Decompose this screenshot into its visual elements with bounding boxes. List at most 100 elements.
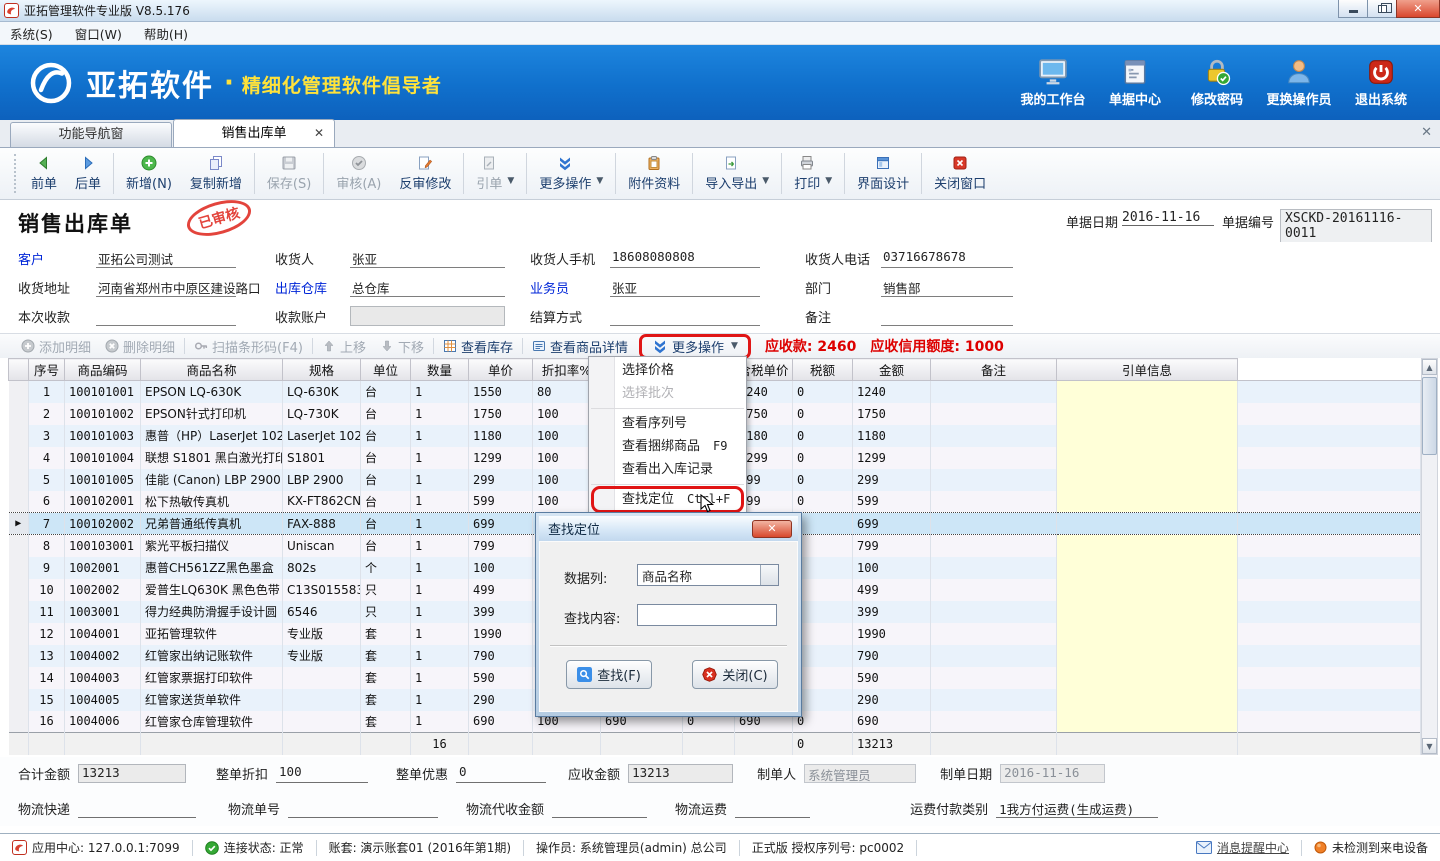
col-header-tax[interactable]: 税额: [793, 359, 853, 381]
cell-code[interactable]: 1004005: [65, 689, 141, 711]
cell-spec[interactable]: [283, 689, 361, 711]
cell-seq[interactable]: 12: [29, 623, 65, 645]
cell-amount[interactable]: 1299: [853, 447, 931, 469]
cell-code[interactable]: 100101005: [65, 469, 141, 491]
cell-seq[interactable]: 1: [29, 381, 65, 403]
logistics-no-field-value[interactable]: [288, 799, 438, 818]
cell-price[interactable]: 399: [469, 601, 533, 623]
cell-price[interactable]: 590: [469, 667, 533, 689]
chevron-down-icon[interactable]: [760, 565, 778, 585]
cell-seq[interactable]: 14: [29, 667, 65, 689]
row-selector[interactable]: [9, 579, 29, 601]
row-selector[interactable]: [9, 689, 29, 711]
tab-function-nav[interactable]: 功能导航窗: [10, 122, 172, 147]
cell-seq[interactable]: 7: [29, 513, 65, 535]
cell-amount[interactable]: 1990: [853, 623, 931, 645]
view-product-detail-button[interactable]: 查看商品详情: [525, 337, 635, 356]
ui-design-button[interactable]: 界面设计: [848, 148, 918, 199]
cell-spec[interactable]: Uniscan: [283, 535, 361, 557]
cell-remark[interactable]: [931, 381, 1057, 403]
cell-remark[interactable]: [931, 513, 1057, 535]
cell-code[interactable]: 1004006: [65, 711, 141, 733]
col-header-ref-info[interactable]: 引单信息: [1057, 359, 1238, 381]
cell-code[interactable]: 100101001: [65, 381, 141, 403]
cell-amount[interactable]: 290: [853, 689, 931, 711]
cell-remark[interactable]: [931, 689, 1057, 711]
cell-name[interactable]: 惠普（HP）LaserJet 1020: [141, 425, 283, 447]
cell-amount[interactable]: 790: [853, 645, 931, 667]
cell-qty[interactable]: 1: [411, 491, 469, 513]
cell-qty[interactable]: 1: [411, 601, 469, 623]
cell-spec[interactable]: LQ-730K: [283, 403, 361, 425]
row-selector[interactable]: [9, 535, 29, 557]
cell-unit[interactable]: 只: [361, 601, 411, 623]
cell-unit[interactable]: 台: [361, 381, 411, 403]
cell-ref-info[interactable]: [1057, 645, 1238, 667]
cell-code[interactable]: 100101004: [65, 447, 141, 469]
cell-seq[interactable]: 10: [29, 579, 65, 601]
cell-qty[interactable]: 1: [411, 403, 469, 425]
view-serial-item[interactable]: 查看序列号: [589, 412, 746, 435]
cell-code[interactable]: 100103001: [65, 535, 141, 557]
vertical-scrollbar[interactable]: ▲ ▼: [1421, 358, 1438, 755]
cell-ref-info[interactable]: [1057, 711, 1238, 733]
cell-name[interactable]: 惠普CH561ZZ黑色墨盒: [141, 557, 283, 579]
cell-spec[interactable]: LaserJet 1020: [283, 425, 361, 447]
cell-tax[interactable]: 0: [793, 447, 853, 469]
cell-spec[interactable]: C13S015583: [283, 579, 361, 601]
cell-code[interactable]: 1003001: [65, 601, 141, 623]
cell-spec[interactable]: FAX-888: [283, 513, 361, 535]
tab-sales-outbound[interactable]: 销售出库单✕: [173, 119, 335, 147]
cell-unit[interactable]: 个: [361, 557, 411, 579]
prev-doc-button[interactable]: 前单: [22, 148, 66, 199]
import-export-button[interactable]: 导入导出▼: [696, 148, 778, 199]
view-bundle-item[interactable]: 查看捆绑商品F9: [589, 435, 746, 458]
cell-name[interactable]: 兄弟普通纸传真机: [141, 513, 283, 535]
payment-field-value[interactable]: [96, 307, 236, 326]
cell-name[interactable]: 亚拓管理软件: [141, 623, 283, 645]
cell-price[interactable]: 599: [469, 491, 533, 513]
cell-price[interactable]: 790: [469, 645, 533, 667]
menu-help[interactable]: 帮助(H): [144, 24, 188, 43]
cell-amount[interactable]: 299: [853, 469, 931, 491]
add-new-button[interactable]: 新增(N): [117, 148, 181, 199]
total-amount-field-value[interactable]: 13213: [78, 764, 186, 783]
cell-qty[interactable]: 1: [411, 623, 469, 645]
cell-qty[interactable]: 1: [411, 381, 469, 403]
cell-price[interactable]: 290: [469, 689, 533, 711]
select-price-item[interactable]: 选择价格: [589, 359, 746, 382]
cell-code[interactable]: 1004002: [65, 645, 141, 667]
operator-status[interactable]: 操作员: 系统管理员(admin) 总公司: [524, 840, 740, 856]
consignee-field-value[interactable]: 张亚: [350, 249, 505, 268]
cell-unit[interactable]: 套: [361, 623, 411, 645]
more-ops-detail-button[interactable]: 更多操作▼: [645, 337, 745, 356]
attachment-button[interactable]: 附件资料: [619, 148, 689, 199]
cell-amount[interactable]: 799: [853, 535, 931, 557]
cell-price[interactable]: 299: [469, 469, 533, 491]
cell-qty[interactable]: 1: [411, 425, 469, 447]
cell-remark[interactable]: [931, 469, 1057, 491]
cell-amount[interactable]: 499: [853, 579, 931, 601]
cell-name[interactable]: EPSON LQ-630K: [141, 381, 283, 403]
cell-remark[interactable]: [931, 447, 1057, 469]
restore-button[interactable]: [1367, 0, 1397, 18]
view-stock-button[interactable]: 查看库存: [436, 337, 520, 356]
data-column-select[interactable]: 商品名称: [637, 564, 779, 586]
cell-seq[interactable]: 2: [29, 403, 65, 425]
cell-ref-info[interactable]: [1057, 535, 1238, 557]
minimize-button[interactable]: [1338, 0, 1368, 18]
cell-qty[interactable]: 1: [411, 469, 469, 491]
cell-price[interactable]: 499: [469, 579, 533, 601]
col-header-unit[interactable]: 单位: [361, 359, 411, 381]
cell-name[interactable]: 红管家出纳记账软件: [141, 645, 283, 667]
cell-ref-info[interactable]: [1057, 513, 1238, 535]
cell-remark[interactable]: [931, 557, 1057, 579]
cell-unit[interactable]: 台: [361, 513, 411, 535]
logistics-fee-field-value[interactable]: [735, 799, 810, 818]
cell-seq[interactable]: 15: [29, 689, 65, 711]
col-header-name[interactable]: 商品名称: [141, 359, 283, 381]
cell-name[interactable]: 松下热敏传真机: [141, 491, 283, 513]
col-header-amount[interactable]: 金额: [853, 359, 931, 381]
cell-price[interactable]: 100: [469, 557, 533, 579]
tab-close-icon[interactable]: ✕: [314, 126, 324, 140]
